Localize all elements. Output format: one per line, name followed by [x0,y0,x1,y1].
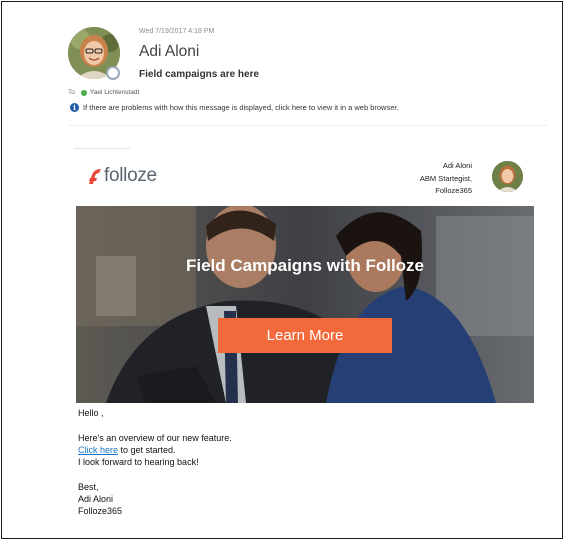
to-label: To [68,89,75,96]
author-name: Adi Aloni [442,161,472,170]
recipient[interactable]: Yael Lichtenstadt [80,89,140,96]
email-subject: Field campaigns are here [139,69,260,80]
signature-name: Adi Aloni [78,494,114,504]
cta-line: Click here to get started. [78,445,176,455]
hero-title: Field Campaigns with Folloze [185,256,425,275]
content-divider [74,148,130,149]
hero-banner: Field Campaigns with Folloze Learn More [76,206,534,403]
closing-line: I look forward to hearing back! [78,457,199,467]
logo-text: folloze [104,165,157,186]
email-window: Wed 7/19/2017 4:18 PM Adi Aloni Field ca… [1,1,563,539]
learn-more-button[interactable]: Learn More [218,318,392,353]
info-bar[interactable]: i If there are problems with how this me… [70,103,399,112]
author-block: Adi Aloni ABM Startegist, Folloze365 [420,160,472,198]
signature-company: Folloze365 [78,506,123,516]
author-company: Folloze365 [435,186,472,195]
intro-text: Here's an overview of our new feature. [78,433,232,443]
header-divider [68,125,548,126]
greeting: Hello , [78,408,104,418]
recipients-row: To Yael Lichtenstadt [68,89,139,96]
hero-photo [76,206,534,403]
presence-indicator [106,66,120,80]
presence-dot-icon [80,89,87,96]
email-date: Wed 7/19/2017 4:18 PM [139,28,215,35]
click-here-link[interactable]: Click here [78,445,118,455]
info-message: If there are problems with how this mess… [83,103,399,112]
author-avatar [492,161,523,192]
info-icon: i [70,103,79,112]
cta-suffix: to get started. [118,445,176,455]
folloze-logo-icon [89,169,101,184]
signoff: Best, [78,482,99,492]
author-title: ABM Startegist, [419,173,472,183]
folloze-logo[interactable]: folloze [86,165,157,187]
recipient-name: Yael Lichtenstadt [89,89,140,96]
sender-name[interactable]: Adi Aloni [139,43,199,61]
